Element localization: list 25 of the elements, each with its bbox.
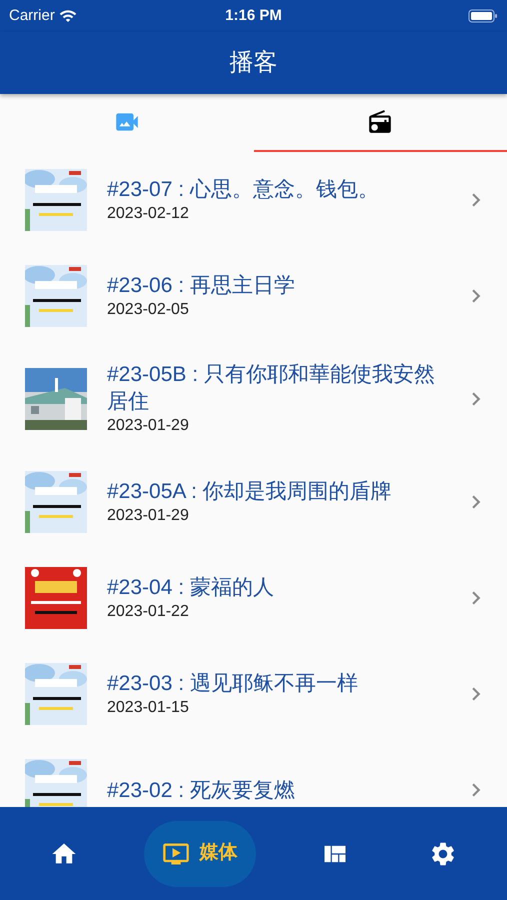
episode-date: 2023-02-12 [107, 204, 190, 224]
battery-icon [468, 9, 498, 23]
episode-date: 2023-01-29 [107, 416, 190, 436]
episode-row[interactable]: #23-06 : 再思主日学 2023-02-05 [0, 248, 507, 344]
episode-row[interactable]: #23-07 : 心思。意念。钱包。 2023-02-12 [0, 152, 507, 248]
episode-date: 2023-01-29 [107, 506, 190, 526]
episode-row[interactable]: #23-04 : 蒙福的人 2023-01-22 [0, 550, 507, 646]
episode-title: #23-06 : 再思主日学 [107, 272, 296, 298]
episode-title: #23-07 : 心思。意念。钱包。 [107, 176, 380, 202]
carrier-label: Carrier [9, 6, 55, 26]
episode-date: 2023-02-05 [107, 300, 190, 320]
episode-date: 2023-01-22 [107, 602, 190, 622]
episode-title: #23-05A : 你却是我周围的盾牌 [107, 478, 393, 504]
episode-row[interactable]: #23-05A : 你却是我周围的盾牌 2023-01-29 [0, 454, 507, 550]
page-title: 播客 [230, 48, 278, 78]
radio-icon [367, 109, 394, 135]
nav-item[interactable]: 媒体 [144, 820, 256, 886]
episode-date: 2023-01-15 [107, 698, 190, 718]
episode-title: #23-05B : 只有你耶和華能使我安然居住 [107, 362, 436, 415]
episode-title: #23-04 : 蒙福的人 [107, 574, 275, 600]
episode-title: #23-03 : 遇见耶稣不再一样 [107, 670, 359, 696]
episode-title: #23-02 : 死灰要复燃 [107, 778, 296, 804]
episode-row[interactable]: #23-03 : 遇见耶稣不再一样 2023-01-15 [0, 646, 507, 742]
status-time: 1:16 PM [225, 6, 282, 26]
episode-row[interactable]: #23-05B : 只有你耶和華能使我安然居住 2023-01-29 [0, 344, 507, 454]
